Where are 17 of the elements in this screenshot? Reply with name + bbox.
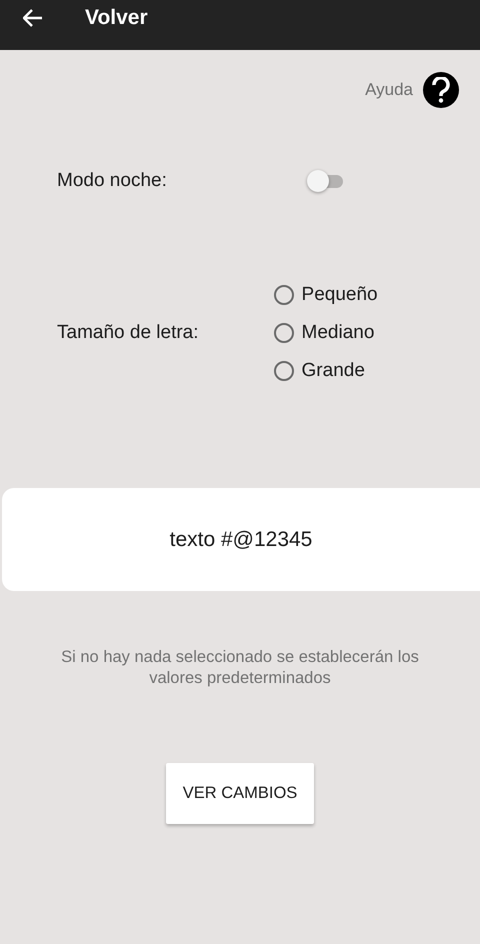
preview-text: texto #@12345 <box>170 528 312 552</box>
radio-button[interactable] <box>274 361 294 381</box>
help-icon[interactable] <box>423 72 459 108</box>
night-mode-switch[interactable] <box>306 170 345 192</box>
app-bar-title: Volver <box>85 6 148 30</box>
font-size-option[interactable]: Grande <box>274 358 378 384</box>
font-size-option[interactable]: Mediano <box>274 320 378 346</box>
see-changes-button[interactable]: VER CAMBIOS <box>166 763 314 824</box>
font-size-option[interactable]: Pequeño <box>274 282 378 308</box>
radio-button[interactable] <box>274 285 294 305</box>
back-button[interactable] <box>22 7 44 29</box>
help-label: Ayuda <box>365 80 413 100</box>
night-mode-label: Modo noche: <box>57 170 167 192</box>
radio-button[interactable] <box>274 323 294 343</box>
font-size-label: Tamaño de letra: <box>57 322 199 344</box>
hint-text: Si no hay nada seleccionado se establecerán los valores predeterminados <box>60 647 420 689</box>
back-arrow-icon <box>23 9 43 27</box>
